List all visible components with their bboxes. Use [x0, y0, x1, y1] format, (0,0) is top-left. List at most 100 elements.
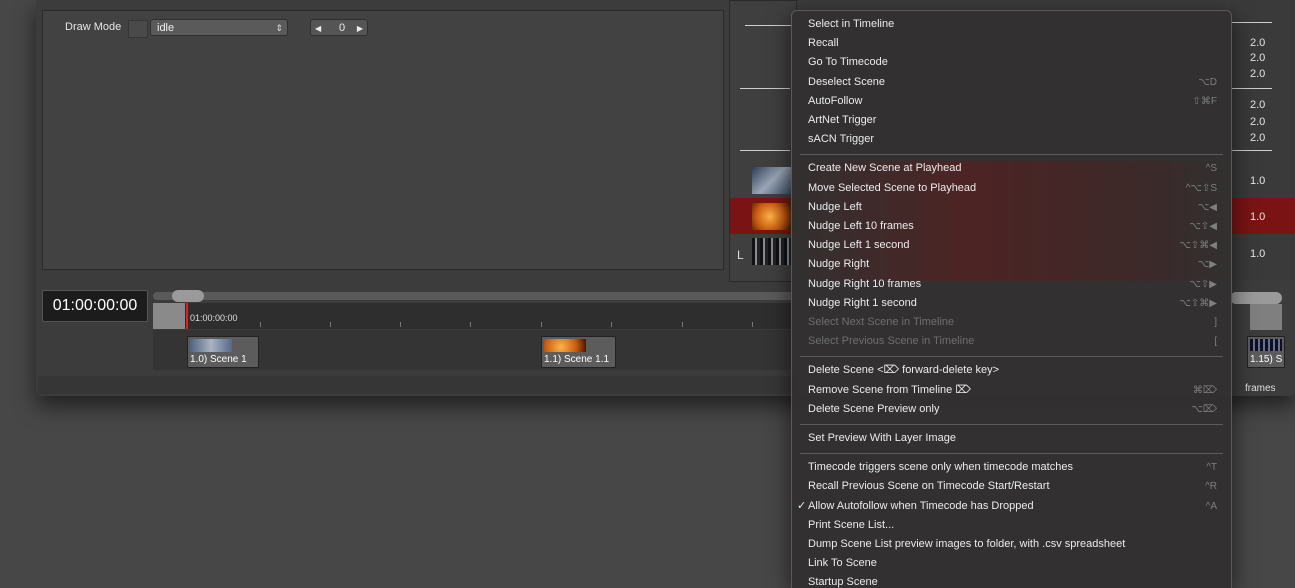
clip-label: 1.15) S: [1250, 354, 1283, 365]
menu-item[interactable]: Go To Timecode: [792, 53, 1231, 72]
ruler-end-block: [1250, 304, 1282, 330]
menu-item[interactable]: Timecode triggers scene only when timeco…: [792, 458, 1231, 477]
scene-value: 1.0: [1250, 211, 1266, 223]
ruler-tick: [400, 322, 401, 327]
divider: [1232, 150, 1272, 151]
menu-item-label: Nudge Right 1 second: [808, 296, 917, 309]
menu-item-label: AutoFollow: [808, 94, 863, 107]
menu-item[interactable]: Link To Scene: [792, 554, 1231, 573]
ruler-start-block: [153, 303, 185, 329]
menu-item[interactable]: Create New Scene at Playhead ^S: [792, 159, 1231, 178]
menu-item[interactable]: Remove Scene from Timeline ⌦ ⌘⌦: [792, 381, 1231, 400]
ruler-tick: [611, 322, 612, 327]
menu-item[interactable]: Delete Scene <⌦ forward-delete key>: [792, 361, 1231, 380]
menu-item-shortcut: ⌥⇧⌘▶: [1179, 297, 1217, 309]
scrollbar-thumb[interactable]: [172, 290, 204, 302]
menu-item[interactable]: Recall: [792, 34, 1231, 53]
playhead[interactable]: [186, 303, 188, 329]
scene-thumbnail[interactable]: [752, 167, 792, 194]
value-stepper[interactable]: ◀ 0 ▶: [310, 19, 368, 36]
context-menu: Select in Timeline Recall Go To Timecode De…: [791, 10, 1232, 588]
draw-mode-swatch[interactable]: [128, 20, 148, 38]
menu-item[interactable]: Deselect Scene ⌥D: [792, 73, 1231, 92]
menu-item[interactable]: AutoFollow ⇧⌘F: [792, 92, 1231, 111]
menu-item-shortcut: [: [1214, 336, 1217, 348]
menu-item[interactable]: Startup Scene: [792, 573, 1231, 588]
draw-mode-select[interactable]: idle ⇕: [150, 19, 288, 36]
menu-item[interactable]: ArtNet Trigger: [792, 111, 1231, 130]
menu-item[interactable]: ✓ Allow Autofollow when Timecode has Drop…: [792, 497, 1231, 516]
menu-item-label: Startup Scene: [808, 576, 878, 588]
menu-item-label: Nudge Right 10 frames: [808, 277, 922, 290]
divider: [1232, 88, 1272, 89]
menu-item-shortcut: ⇧⌘F: [1192, 95, 1218, 107]
menu-item[interactable]: Set Preview With Layer Image: [792, 429, 1231, 448]
stepper-left-icon[interactable]: ◀: [315, 20, 321, 37]
menu-separator: [800, 423, 1223, 425]
menu-item-shortcut: ⌥◀: [1197, 201, 1217, 213]
menu-item-shortcut: ⌥▶: [1197, 259, 1217, 271]
menu-item-label: Go To Timecode: [808, 56, 888, 69]
timeline-clip[interactable]: 1.15) S: [1247, 336, 1285, 368]
timeline-zoom-scrollbar[interactable]: [153, 292, 793, 300]
menu-item[interactable]: Nudge Left ⌥◀: [792, 198, 1231, 217]
ruler-start-label: 01:00:00:00: [190, 313, 238, 323]
menu-item-label: Recall Previous Scene on Timecode Start/…: [808, 480, 1050, 493]
inspector-panel: [42, 10, 724, 270]
menu-item-label: Nudge Right: [808, 258, 870, 271]
menu-item[interactable]: Nudge Left 10 frames ⌥⇧◀: [792, 217, 1231, 236]
menu-item-label: Delete Scene Preview only: [808, 402, 940, 415]
menu-item-shortcut: ⌥⇧▶: [1189, 278, 1217, 290]
scene-value: 2.0: [1250, 99, 1266, 111]
menu-item: Select Next Scene in Timeline]: [792, 313, 1231, 332]
menu-item-shortcut: ^T: [1206, 462, 1217, 474]
scene-value: 2.0: [1250, 52, 1266, 64]
divider: [1232, 22, 1272, 23]
timeline-clip[interactable]: 1.1) Scene 1.1: [541, 336, 616, 368]
clip-thumbnail: [544, 339, 586, 352]
menu-item[interactable]: Select in Timeline: [792, 15, 1231, 34]
menu-item-label: Recall: [808, 37, 839, 50]
clip-label: 1.1) Scene 1.1: [544, 354, 610, 365]
menu-item[interactable]: Nudge Right 1 second ⌥⇧⌘▶: [792, 294, 1231, 313]
tree-branch-icon: L: [737, 248, 744, 262]
menu-item[interactable]: sACN Trigger: [792, 130, 1231, 149]
menu-item-label: Allow Autofollow when Timecode has Dropp…: [808, 499, 1034, 512]
frames-label: frames: [1245, 383, 1276, 394]
scene-value: 2.0: [1250, 116, 1266, 128]
menu-item-label: Nudge Left 10 frames: [808, 220, 914, 232]
timeline-clip[interactable]: 1.0) Scene 1: [187, 336, 259, 368]
scene-value: 2.0: [1250, 68, 1266, 80]
scene-thumbnail[interactable]: [752, 238, 792, 265]
menu-item[interactable]: Delete Scene Preview only ⌥⌦: [792, 400, 1231, 419]
timecode-display: 01:00:00:00: [42, 290, 148, 322]
right-scrollbar-thumb[interactable]: [1230, 292, 1282, 304]
scene-value: 2.0: [1250, 132, 1266, 144]
menu-item[interactable]: Move Selected Scene to Playhead ^⌥⇧S: [792, 179, 1231, 198]
menu-separator: [800, 452, 1223, 454]
menu-item-label: Select Next Scene in Timeline: [808, 316, 955, 328]
menu-item-shortcut: ⌥D: [1198, 76, 1217, 88]
menu-item[interactable]: Nudge Left 1 second ⌥⇧⌘◀: [792, 236, 1231, 255]
menu-item[interactable]: Print Scene List...: [792, 516, 1231, 535]
menu-item-label: Set Preview With Layer Image: [808, 432, 956, 444]
ruler-tick: [682, 322, 683, 327]
menu-item-label: Remove Scene from Timeline ⌦: [808, 383, 971, 396]
divider: [740, 88, 790, 89]
menu-item-label: Timecode triggers scene only when timeco…: [808, 461, 1073, 474]
stepper-right-icon[interactable]: ▶: [357, 20, 363, 37]
scene-thumbnail[interactable]: [752, 203, 792, 230]
menu-item[interactable]: Nudge Right 10 frames ⌥⇧▶: [792, 275, 1231, 294]
draw-mode-value: idle: [157, 22, 175, 34]
draw-mode-label: Draw Mode: [65, 21, 122, 33]
menu-item[interactable]: Dump Scene List preview images to folder…: [792, 535, 1231, 554]
ruler-tick: [541, 322, 542, 327]
menu-item[interactable]: Recall Previous Scene on Timecode Start/…: [792, 477, 1231, 496]
menu-item-label: Print Scene List...: [808, 518, 895, 531]
menu-item-label: Create New Scene at Playhead: [808, 162, 962, 175]
menu-item[interactable]: Nudge Right ⌥▶: [792, 255, 1231, 274]
menu-item-label: ArtNet Trigger: [808, 114, 877, 126]
menu-item-label: Select Previous Scene in Timeline: [808, 335, 975, 348]
timeline-ruler[interactable]: [153, 303, 793, 329]
menu-item-label: Deselect Scene: [808, 75, 886, 88]
